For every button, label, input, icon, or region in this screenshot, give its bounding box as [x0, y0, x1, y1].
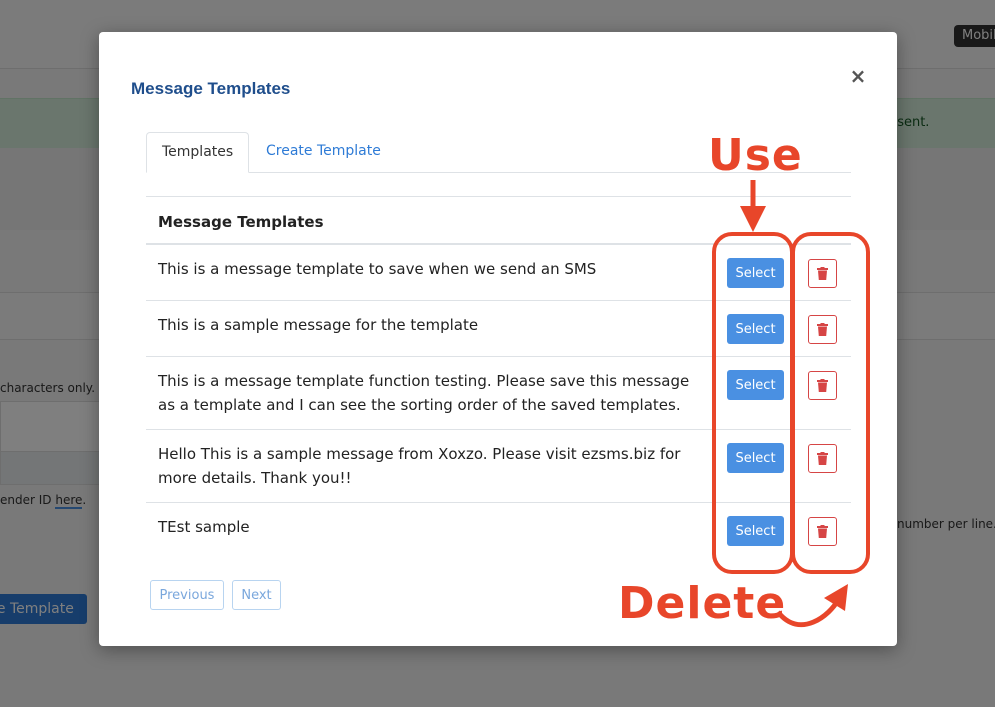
table-row: This is a message template function test…: [146, 357, 851, 430]
templates-table: Message Templates This is a message temp…: [146, 196, 851, 559]
delete-button[interactable]: [808, 444, 837, 473]
tab-create-template[interactable]: Create Template: [251, 132, 396, 171]
delete-button[interactable]: [808, 517, 837, 546]
modal-title: Message Templates: [131, 79, 291, 98]
trash-icon: [817, 379, 828, 392]
table-row: This is a message template to save when …: [146, 245, 851, 301]
trash-icon: [817, 452, 828, 465]
select-button[interactable]: Select: [727, 258, 784, 288]
trash-icon: [817, 323, 828, 336]
table-header-label: Message Templates: [158, 213, 324, 231]
trash-icon: [817, 525, 828, 538]
select-button[interactable]: Select: [727, 443, 784, 473]
previous-page-button[interactable]: Previous: [150, 580, 224, 610]
template-text: TEst sample: [158, 518, 250, 536]
table-row: Hello This is a sample message from Xoxz…: [146, 430, 851, 503]
template-text: This is a sample message for the templat…: [158, 316, 479, 334]
template-text: Hello This is a sample message from Xoxz…: [158, 445, 681, 487]
annotation-delete-label: Delete: [618, 578, 787, 629]
template-text: This is a message template function test…: [158, 372, 690, 414]
delete-button[interactable]: [808, 315, 837, 344]
table-header: Message Templates: [146, 197, 851, 245]
select-button[interactable]: Select: [727, 370, 784, 400]
trash-icon: [817, 267, 828, 280]
delete-button[interactable]: [808, 259, 837, 288]
message-templates-modal: Message Templates × Templates Create Tem…: [99, 32, 897, 646]
close-button[interactable]: ×: [849, 65, 867, 87]
select-button[interactable]: Select: [727, 314, 784, 344]
delete-button[interactable]: [808, 371, 837, 400]
select-button[interactable]: Select: [727, 516, 784, 546]
table-row: This is a sample message for the templat…: [146, 301, 851, 357]
template-text: This is a message template to save when …: [158, 260, 597, 278]
table-row: TEst sample Select: [146, 503, 851, 559]
tab-templates[interactable]: Templates: [146, 132, 249, 173]
annotation-use-label: Use: [708, 130, 803, 181]
next-page-button[interactable]: Next: [232, 580, 281, 610]
